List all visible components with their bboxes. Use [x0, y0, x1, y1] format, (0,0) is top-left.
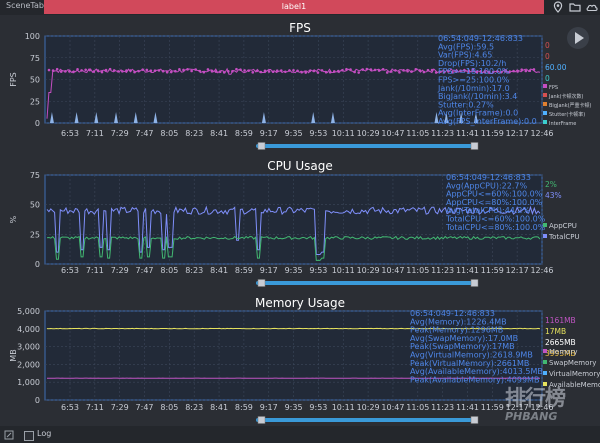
- legend-swatch: [543, 360, 547, 364]
- x-tick-label: 8:59: [235, 403, 253, 412]
- expand-corner-icon[interactable]: [4, 430, 14, 440]
- legend-entry: SwapMemory: [549, 359, 596, 367]
- watermark-text: 排行榜: [505, 386, 566, 410]
- current-value: 2665MB: [545, 338, 576, 347]
- app-window: SceneTab label1 FPS 0 25 50 75 100 FPS 6:53 7:11…: [0, 0, 600, 443]
- x-tick-label: 10:29: [357, 403, 380, 412]
- y-tick-label: 3,000: [17, 343, 40, 352]
- x-tick-label: 11:41: [456, 403, 479, 412]
- x-tick-label: 9:17: [260, 403, 278, 412]
- legend-swatch: [543, 371, 547, 375]
- x-tick-label: 7:47: [136, 403, 154, 412]
- y-tick-label: 2,000: [17, 360, 40, 369]
- x-tick-label: 8:23: [185, 403, 203, 412]
- x-tick-label: 9:53: [309, 403, 327, 412]
- y-tick-label: 0: [35, 396, 40, 405]
- x-tick-label: 8:41: [210, 403, 228, 412]
- chart-2: Memory Usage 0 1,000 2,000 3,000 4,000 5,000 MB…: [9, 296, 600, 424]
- x-tick-label: 10:47: [381, 403, 404, 412]
- x-tick-label: 7:11: [86, 403, 104, 412]
- chart-title: Memory Usage: [255, 296, 345, 310]
- y-tick-label: 4,000: [17, 325, 40, 334]
- bottom-bar: [0, 426, 600, 443]
- y-axis-label: MB: [9, 349, 18, 361]
- legend-entry: VirtualMemory: [549, 370, 600, 378]
- y-tick-label: 5,000: [17, 307, 40, 316]
- legend-entry: Memory: [549, 348, 577, 356]
- x-tick-label: 11:05: [406, 403, 429, 412]
- x-tick-label: 9:35: [285, 403, 303, 412]
- y-tick-label: 1,000: [17, 378, 40, 387]
- watermark-subtext: PHBANG: [505, 410, 558, 423]
- x-tick-label: 6:53: [61, 403, 79, 412]
- current-value: 1161MB: [545, 316, 576, 325]
- x-tick-label: 11:59: [481, 403, 504, 412]
- log-checkbox[interactable]: [24, 431, 34, 441]
- legend-swatch: [543, 349, 547, 353]
- current-value: 17MB: [545, 327, 566, 336]
- range-handle-right[interactable]: [470, 416, 479, 424]
- x-tick-label: 11:23: [431, 403, 454, 412]
- log-label: Log: [37, 429, 52, 438]
- x-tick-label: 7:29: [111, 403, 129, 412]
- x-tick-label: 10:11: [332, 403, 355, 412]
- range-handle-left[interactable]: [257, 416, 266, 424]
- range-scrollbar[interactable]: [256, 418, 476, 422]
- x-tick-label: 8:05: [160, 403, 178, 412]
